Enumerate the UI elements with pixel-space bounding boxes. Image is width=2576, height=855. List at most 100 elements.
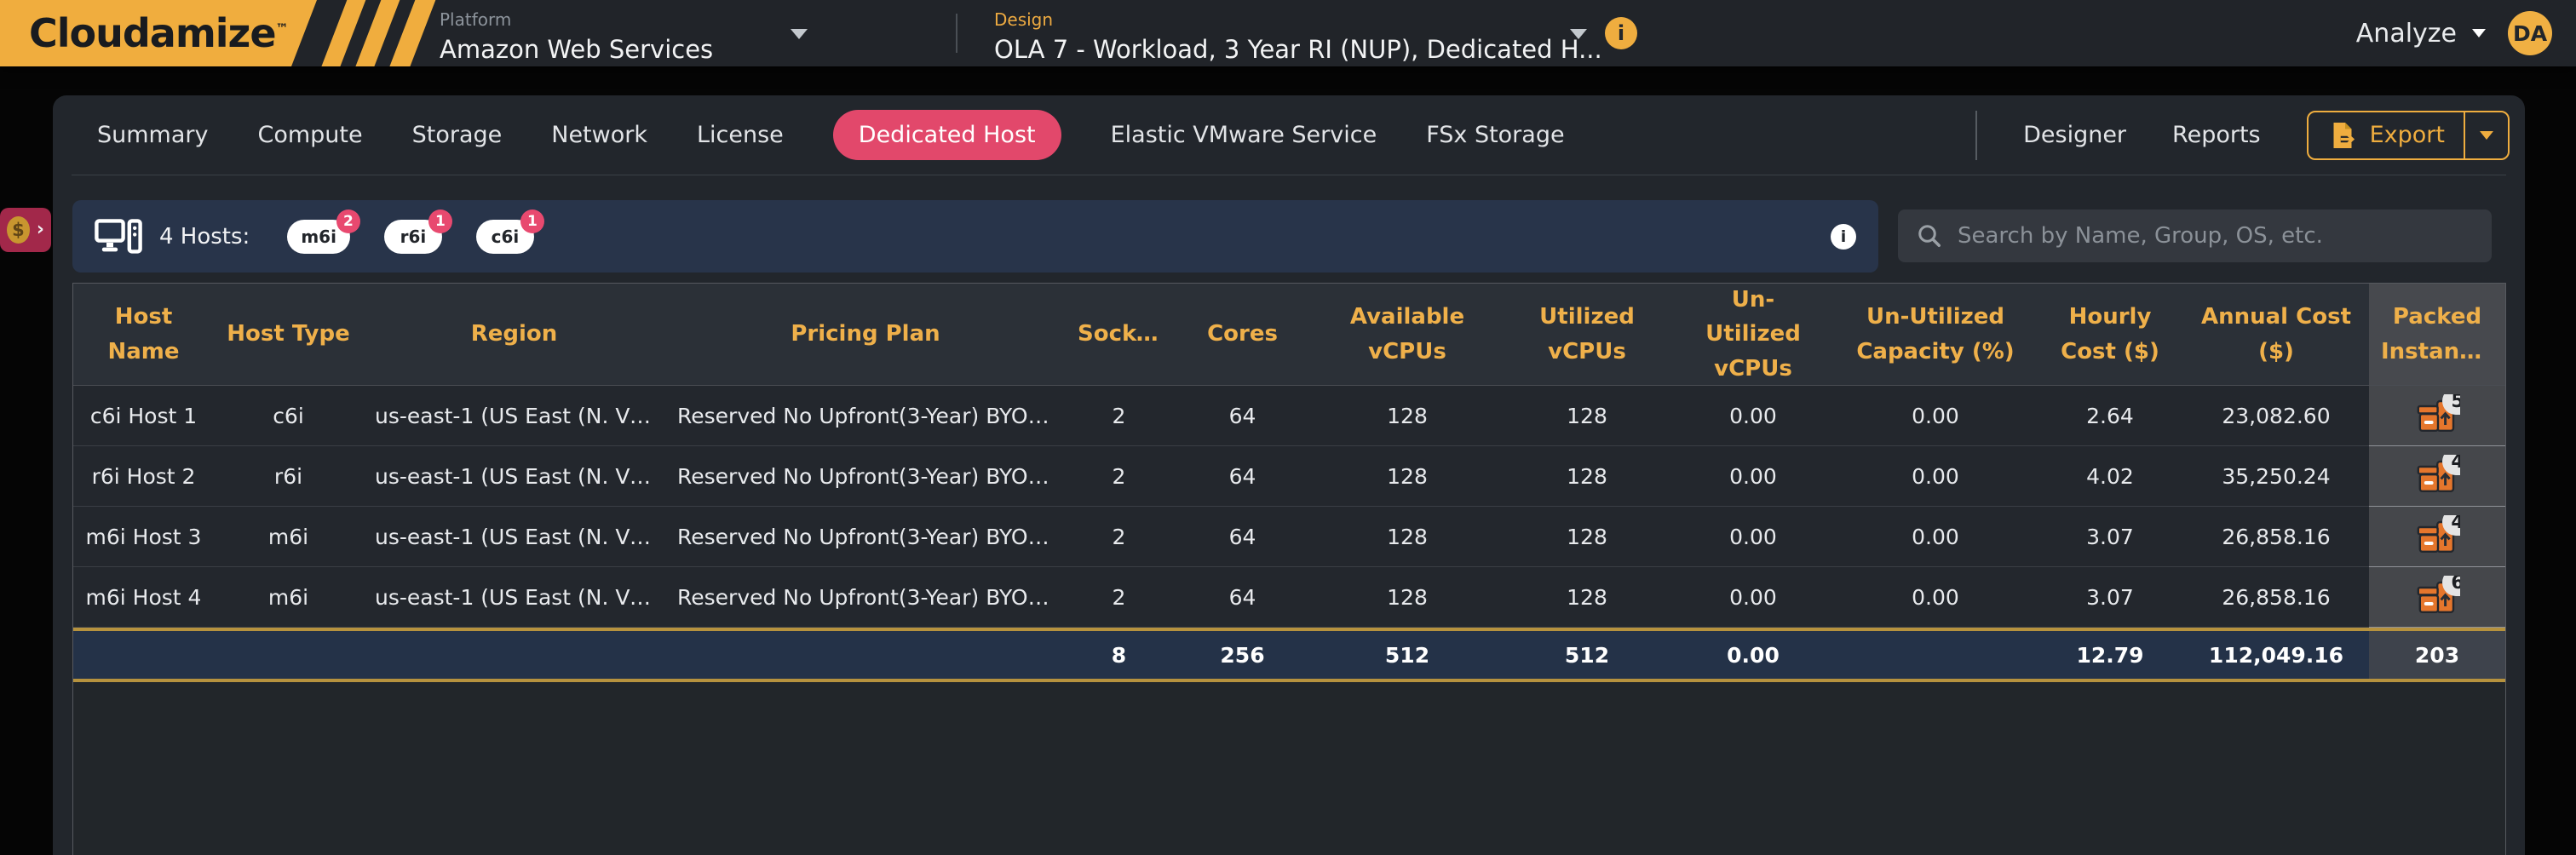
tab-dedicated-host[interactable]: Dedicated Host: [833, 110, 1061, 160]
column-header-annual-cost[interactable]: Annual Cost ($): [2183, 284, 2369, 386]
cell-host-type: m6i: [214, 567, 363, 628]
table-row-m6i-host-4[interactable]: m6i Host 4m6ius-east-1 (US East (N. Virg…: [73, 567, 2505, 628]
column-header-region[interactable]: Region: [363, 284, 665, 386]
chip-label: r6i: [400, 227, 427, 247]
cell-sockets: 2: [1066, 507, 1172, 567]
design-selector[interactable]: Design OLA 7 - Workload, 3 Year RI (NUP)…: [994, 9, 1607, 64]
total-host-type: [214, 631, 363, 679]
platform-selector[interactable]: Platform Amazon Web Services: [440, 9, 840, 64]
cell-un-utilized-vcpus: 0.00: [1672, 567, 1834, 628]
hosts-count-label: 4 Hosts:: [159, 224, 250, 250]
cell-un-utilized-capacity: 0.00: [1834, 567, 2037, 628]
total-un-utilized-capacity: [1834, 631, 2037, 679]
tab-license[interactable]: License: [697, 122, 784, 148]
table-totals-row: 82565125120.0012.79112,049.16203: [73, 628, 2505, 682]
export-dropdown-toggle[interactable]: [2464, 112, 2508, 158]
column-header-hourly-cost[interactable]: Hourly Cost ($): [2037, 284, 2183, 386]
tab-summary[interactable]: Summary: [97, 122, 208, 148]
export-button[interactable]: Export: [2307, 111, 2510, 160]
cell-un-utilized-vcpus: 0.00: [1672, 507, 1834, 567]
cell-available-vcpus: 128: [1313, 507, 1502, 567]
cell-hourly-cost: 3.07: [2037, 507, 2183, 567]
design-caret-icon[interactable]: [1570, 29, 1587, 39]
platform-caret-icon[interactable]: [791, 29, 808, 39]
table-header-row: Host NameHost TypeRegionPricing PlanSock…: [73, 284, 2505, 386]
column-header-pricing-plan[interactable]: Pricing Plan: [665, 284, 1066, 386]
platform-value: Amazon Web Services: [440, 35, 840, 64]
platform-label: Platform: [440, 9, 840, 30]
logo-text: Cloudamize™: [29, 10, 288, 56]
cell-host-name: m6i Host 3: [73, 507, 214, 567]
header-right: Analyze DA: [2356, 0, 2552, 66]
cell-cores: 64: [1172, 386, 1313, 446]
total-pricing-plan: [665, 631, 1066, 679]
cell-sockets: 2: [1066, 567, 1172, 628]
design-value: OLA 7 - Workload, 3 Year RI (NUP), Dedic…: [994, 35, 1607, 64]
tab-compute[interactable]: Compute: [257, 122, 362, 148]
cell-pricing-plan: Reserved No Upfront(3-Year) BYO MSFT...: [665, 446, 1066, 507]
header-divider: [956, 14, 957, 53]
analyze-menu[interactable]: Analyze: [2356, 19, 2486, 49]
column-header-un-utilized-vcpus[interactable]: Un-Utilized vCPUs: [1672, 284, 1834, 386]
cell-utilized-vcpus: 128: [1502, 507, 1672, 567]
host-chip-c6i[interactable]: c6i1: [476, 220, 534, 254]
column-header-sockets[interactable]: Sockets: [1066, 284, 1172, 386]
cell-host-type: m6i: [214, 507, 363, 567]
cell-packed-instances: 64: [2369, 567, 2505, 628]
tab-fsx-storage[interactable]: FSx Storage: [1426, 122, 1564, 148]
export-main[interactable]: Export: [2309, 120, 2464, 151]
column-header-host-name[interactable]: Host Name: [73, 284, 214, 386]
host-computer-icon: [95, 218, 142, 255]
host-chip-r6i[interactable]: r6i1: [384, 220, 442, 254]
column-header-cores[interactable]: Cores: [1172, 284, 1313, 386]
hosts-info-icon[interactable]: i: [1831, 224, 1856, 250]
hosts-bar: 4 Hosts: m6i2 r6i1 c6i1 i: [72, 200, 1878, 273]
host-type-chips: m6i2 r6i1 c6i1: [287, 220, 534, 254]
column-header-un-utilized-capacity[interactable]: Un-Utilized Capacity (%): [1834, 284, 2037, 386]
total-cores: 256: [1172, 631, 1313, 679]
table-row-m6i-host-3[interactable]: m6i Host 3m6ius-east-1 (US East (N. Virg…: [73, 507, 2505, 567]
packed-instances-icon[interactable]: 54: [2414, 394, 2460, 437]
nav-divider: [1975, 111, 1977, 160]
cell-host-name: r6i Host 2: [73, 446, 214, 507]
column-header-utilized-vcpus[interactable]: Utilized vCPUs: [1502, 284, 1672, 386]
cell-un-utilized-capacity: 0.00: [1834, 386, 2037, 446]
column-header-available-vcpus[interactable]: Available vCPUs: [1313, 284, 1502, 386]
column-header-packed-instances[interactable]: Packed Instances: [2369, 284, 2505, 386]
search-box[interactable]: [1898, 209, 2492, 262]
tab-elastic-vmware-service[interactable]: Elastic VMware Service: [1111, 122, 1377, 148]
host-chip-m6i[interactable]: m6i2: [287, 220, 350, 254]
total-available-vcpus: 512: [1313, 631, 1502, 679]
tab-network[interactable]: Network: [551, 122, 647, 148]
tab-storage[interactable]: Storage: [412, 122, 503, 148]
packed-instances-icon[interactable]: 43: [2414, 515, 2460, 558]
cell-host-name: m6i Host 4: [73, 567, 214, 628]
nav-link-designer[interactable]: Designer: [2023, 122, 2126, 148]
cell-un-utilized-vcpus: 0.00: [1672, 446, 1834, 507]
chip-label: m6i: [301, 227, 336, 247]
user-avatar[interactable]: DA: [2508, 11, 2552, 55]
total-sockets: 8: [1066, 631, 1172, 679]
cloudamize-logo[interactable]: Cloudamize™: [0, 0, 317, 66]
tab-bar: Summary Compute Storage Network License Dedic…: [53, 95, 1565, 175]
total-region: [363, 631, 665, 679]
nav-link-reports[interactable]: Reports: [2172, 122, 2261, 148]
packed-instances-icon[interactable]: 42: [2414, 455, 2460, 497]
cell-region: us-east-1 (US East (N. Virginia)): [363, 446, 665, 507]
cell-un-utilized-capacity: 0.00: [1834, 507, 2037, 567]
table-empty-area: [73, 682, 2505, 855]
cell-cores: 64: [1172, 507, 1313, 567]
search-input[interactable]: [1958, 223, 2473, 249]
cell-host-type: c6i: [214, 386, 363, 446]
packed-instances-icon[interactable]: 64: [2414, 576, 2460, 618]
export-file-icon: [2327, 120, 2358, 151]
table-row-c6i-host-1[interactable]: c6i Host 1c6ius-east-1 (US East (N. Virg…: [73, 386, 2505, 446]
column-header-host-type[interactable]: Host Type: [214, 284, 363, 386]
table-row-r6i-host-2[interactable]: r6i Host 2r6ius-east-1 (US East (N. Virg…: [73, 446, 2505, 507]
design-info-icon[interactable]: i: [1605, 17, 1637, 49]
cell-cores: 64: [1172, 446, 1313, 507]
export-caret-icon: [2480, 131, 2493, 140]
total-host-name: [73, 631, 214, 679]
cost-panel-toggle[interactable]: $ ›: [0, 208, 51, 252]
cell-cores: 64: [1172, 567, 1313, 628]
